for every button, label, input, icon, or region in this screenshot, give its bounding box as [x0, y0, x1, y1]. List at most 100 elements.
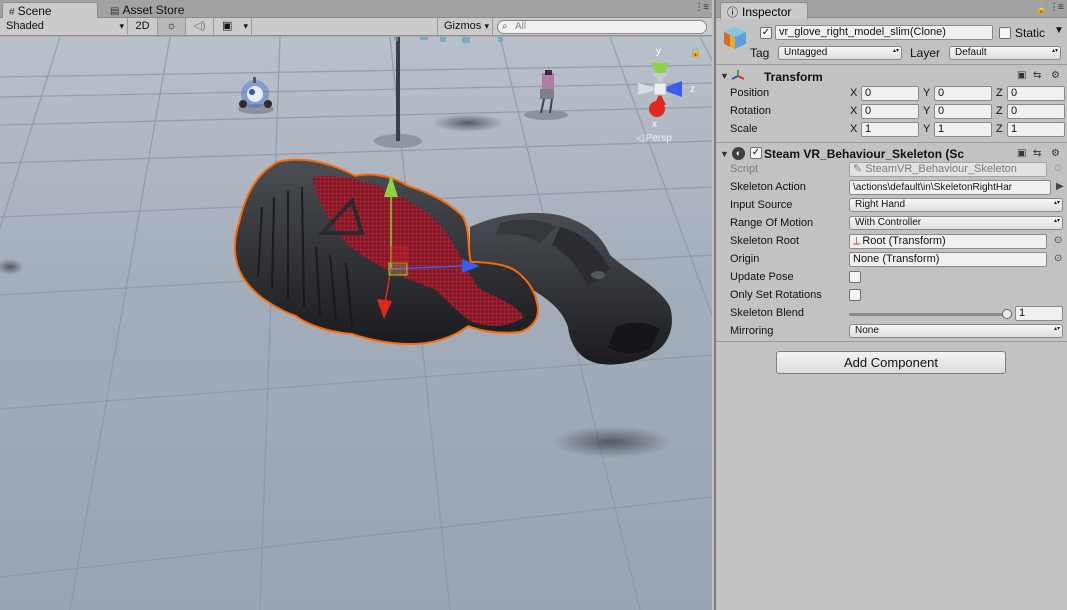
- position-y-field[interactable]: 0: [934, 86, 992, 101]
- book-help-icon[interactable]: ▣: [1017, 148, 1026, 159]
- tab-inspector-label: Inspector: [742, 5, 792, 19]
- tag-dropdown[interactable]: Untagged: [778, 46, 902, 60]
- skeleton-action-field[interactable]: \actions\default\in\SkeletonRightHar: [849, 180, 1051, 195]
- rotation-y-value: 0: [938, 105, 945, 117]
- skeleton-blend-slider[interactable]: [849, 313, 1007, 316]
- scale-x-axis: X: [850, 123, 858, 135]
- plane-handle[interactable]: [388, 262, 408, 276]
- skeleton-action-value: \actions\default\in\SkeletonRightHar: [853, 182, 1012, 193]
- scale-z-field[interactable]: 1: [1007, 122, 1065, 137]
- rotation-z-field[interactable]: 0: [1007, 104, 1065, 119]
- audio-toggle[interactable]: ◁): [186, 18, 214, 35]
- add-component-button[interactable]: Add Component: [776, 351, 1006, 374]
- mode-2d-toggle[interactable]: 2D: [128, 18, 158, 35]
- gizmo-z-label: z: [690, 84, 695, 95]
- pole-shadow: [432, 114, 504, 132]
- skeleton-foldout-icon[interactable]: ▼: [720, 149, 729, 159]
- book-help-icon[interactable]: ▣: [1017, 70, 1026, 81]
- scene-render: y z x ◁ Persp 🔒: [0, 36, 712, 610]
- gizmo-x-cone-icon[interactable]: [649, 101, 665, 117]
- scale-x-value: 1: [865, 123, 872, 135]
- rotation-z-value: 0: [1011, 105, 1018, 117]
- position-x-field[interactable]: 0: [861, 86, 919, 101]
- gear-icon[interactable]: ⚙: [1051, 148, 1060, 159]
- static-dropdown-icon[interactable]: ▼: [1054, 25, 1064, 36]
- image-icon: ▣: [222, 20, 233, 32]
- update-pose-checkbox[interactable]: [849, 271, 861, 283]
- scale-x-field[interactable]: 1: [861, 122, 919, 137]
- scene-viewport[interactable]: y z x ◁ Persp 🔒: [0, 36, 712, 610]
- scene-panel: #Scene ▤Asset Store ⋮≡ Shaded 2D ☼ ◁) ▣ …: [0, 0, 712, 610]
- mirroring-label: Mirroring: [730, 325, 774, 337]
- tab-scene-label: Scene: [17, 4, 52, 18]
- update-pose-label: Update Pose: [730, 271, 794, 283]
- scale-label: Scale: [730, 123, 758, 135]
- script-picker-icon: ⊙: [1054, 163, 1063, 174]
- transform-ref-icon: ⟂: [853, 235, 861, 247]
- active-checkbox[interactable]: ✓: [760, 27, 772, 39]
- projection-label[interactable]: ◁ Persp: [636, 133, 672, 144]
- only-set-rotations-checkbox[interactable]: [849, 289, 861, 301]
- rotation-label: Rotation: [730, 105, 771, 117]
- static-checkbox[interactable]: [999, 27, 1011, 39]
- search-placeholder: All: [515, 21, 527, 32]
- scale-y-axis: Y: [923, 123, 931, 135]
- skeleton-root-label: Skeleton Root: [730, 235, 800, 247]
- rotation-y-field[interactable]: 0: [934, 104, 992, 119]
- tab-scene[interactable]: # Scene: [2, 2, 98, 19]
- rotation-x-field[interactable]: 0: [861, 104, 919, 119]
- origin-picker-icon[interactable]: ⊙: [1054, 253, 1062, 264]
- tab-inspector[interactable]: ⓘ Inspector: [720, 2, 808, 19]
- range-of-motion-dropdown[interactable]: With Controller: [849, 216, 1063, 230]
- lighting-toggle[interactable]: ☼: [158, 18, 186, 35]
- gizmo-lock-icon[interactable]: 🔒: [690, 47, 701, 58]
- skeleton-action-label: Skeleton Action: [730, 181, 806, 193]
- transform-component: ▼ Transform ▣ ⇆ ⚙ Position X 0 Y 0 Z 0 R…: [716, 66, 1067, 143]
- transform-axes-icon: [731, 70, 745, 80]
- range-of-motion-value: With Controller: [855, 217, 922, 228]
- origin-field[interactable]: None (Transform): [849, 252, 1047, 267]
- skeleton-blend-field[interactable]: 1: [1015, 306, 1063, 321]
- skeleton-blend-label: Skeleton Blend: [730, 307, 804, 319]
- skeleton-root-value: Root (Transform): [862, 235, 946, 247]
- skeleton-root-picker-icon[interactable]: ⊙: [1054, 235, 1062, 246]
- shading-mode-dropdown[interactable]: Shaded: [0, 18, 128, 35]
- gizmos-dropdown[interactable]: Gizmos: [437, 18, 493, 35]
- rotation-x-value: 0: [865, 105, 872, 117]
- input-source-value: Right Hand: [855, 199, 906, 210]
- scale-z-axis: Z: [996, 123, 1003, 135]
- tab-asset-store[interactable]: ▤ Asset Store: [104, 2, 190, 19]
- gameobject-name-field[interactable]: vr_glove_right_model_slim(Clone): [775, 25, 993, 40]
- skeleton-component: ▼ ◐ ✓ Steam VR_Behaviour_Skeleton (Sc ▣ …: [716, 144, 1067, 342]
- action-expand-icon[interactable]: ▶: [1056, 181, 1064, 192]
- skeleton-root-field[interactable]: ⟂ Root (Transform): [849, 234, 1047, 249]
- effects-dropdown[interactable]: ▣: [214, 18, 252, 35]
- skeleton-blend-slider-thumb[interactable]: [1002, 309, 1012, 319]
- panel-menu-icon[interactable]: ⋮≡: [694, 2, 709, 13]
- gear-icon[interactable]: ⚙: [1051, 70, 1060, 81]
- inspector-menu-icon[interactable]: ⋮≡: [1049, 2, 1064, 13]
- position-z-field[interactable]: 0: [1007, 86, 1065, 101]
- hash-icon: #: [9, 7, 15, 18]
- gameobject-cube-icon: [724, 27, 746, 49]
- gizmos-label: Gizmos: [444, 20, 482, 32]
- lock-icon[interactable]: 🔒: [1036, 4, 1047, 15]
- skeleton-enabled-checkbox[interactable]: ✓: [750, 147, 762, 159]
- layer-value: Default: [955, 47, 987, 58]
- preset-icon[interactable]: ⇆: [1033, 148, 1041, 159]
- script-field: ✎ SteamVR_Behaviour_Skeleton: [849, 162, 1047, 177]
- preset-icon[interactable]: ⇆: [1033, 70, 1041, 81]
- speaker-icon: ◁): [193, 20, 206, 32]
- input-source-label: Input Source: [730, 199, 793, 211]
- transform-foldout-icon[interactable]: ▼: [720, 71, 729, 81]
- position-x-value: 0: [865, 87, 872, 99]
- mode-2d-label: 2D: [135, 20, 150, 32]
- layer-dropdown[interactable]: Default: [949, 46, 1061, 60]
- skeleton-blend-value: 1: [1019, 307, 1026, 319]
- mirroring-dropdown[interactable]: None: [849, 324, 1063, 338]
- rot-y-axis: Y: [923, 105, 931, 117]
- search-input[interactable]: ⌕ All: [497, 20, 707, 34]
- scale-y-field[interactable]: 1: [934, 122, 992, 137]
- origin-label: Origin: [730, 253, 760, 265]
- input-source-dropdown[interactable]: Right Hand: [849, 198, 1063, 212]
